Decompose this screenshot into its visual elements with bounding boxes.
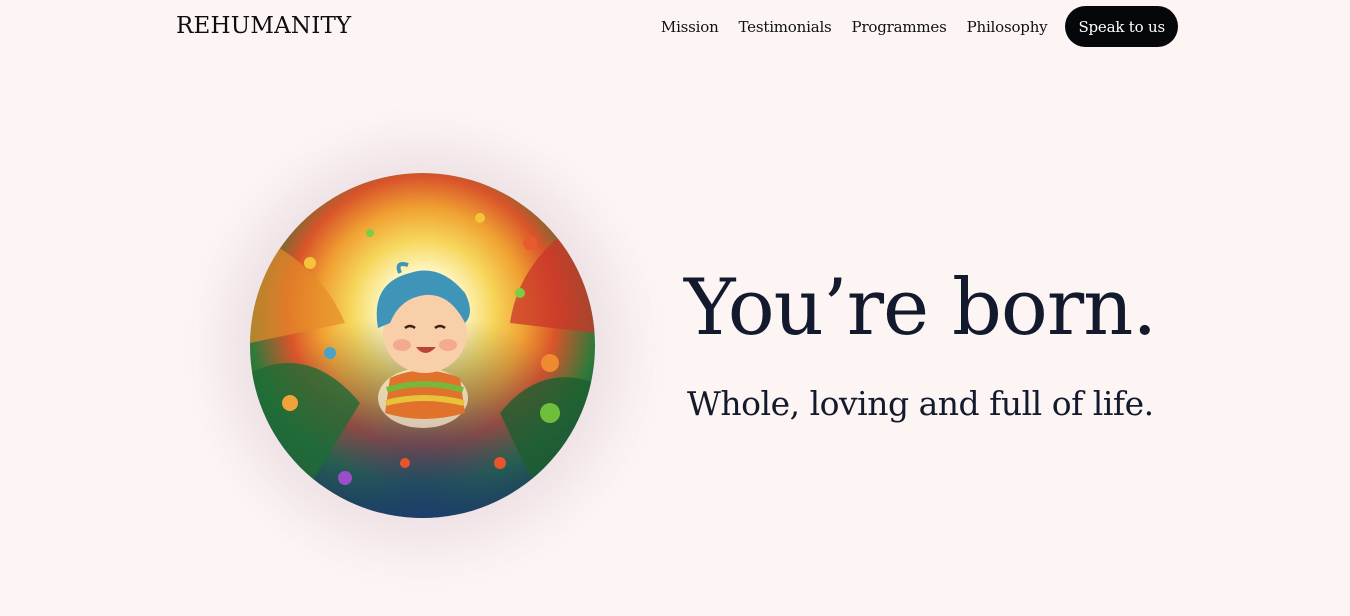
hero-headline: You’re born. [684,263,1157,353]
baby-illustration-icon [250,173,595,518]
nav-testimonials[interactable]: Testimonials [739,18,832,36]
hero-subhead: Whole, loving and full of life. [687,384,1154,423]
nav-philosophy[interactable]: Philosophy [967,18,1048,36]
page: REHUMANITY Mission Testimonials Programm… [0,0,1350,616]
nav-programmes[interactable]: Programmes [852,18,947,36]
speak-to-us-button[interactable]: Speak to us [1065,6,1178,47]
nav-mission[interactable]: Mission [661,18,719,36]
main-nav: Mission Testimonials Programmes Philosop… [661,6,1178,47]
brand-logo[interactable]: REHUMANITY [176,13,351,39]
